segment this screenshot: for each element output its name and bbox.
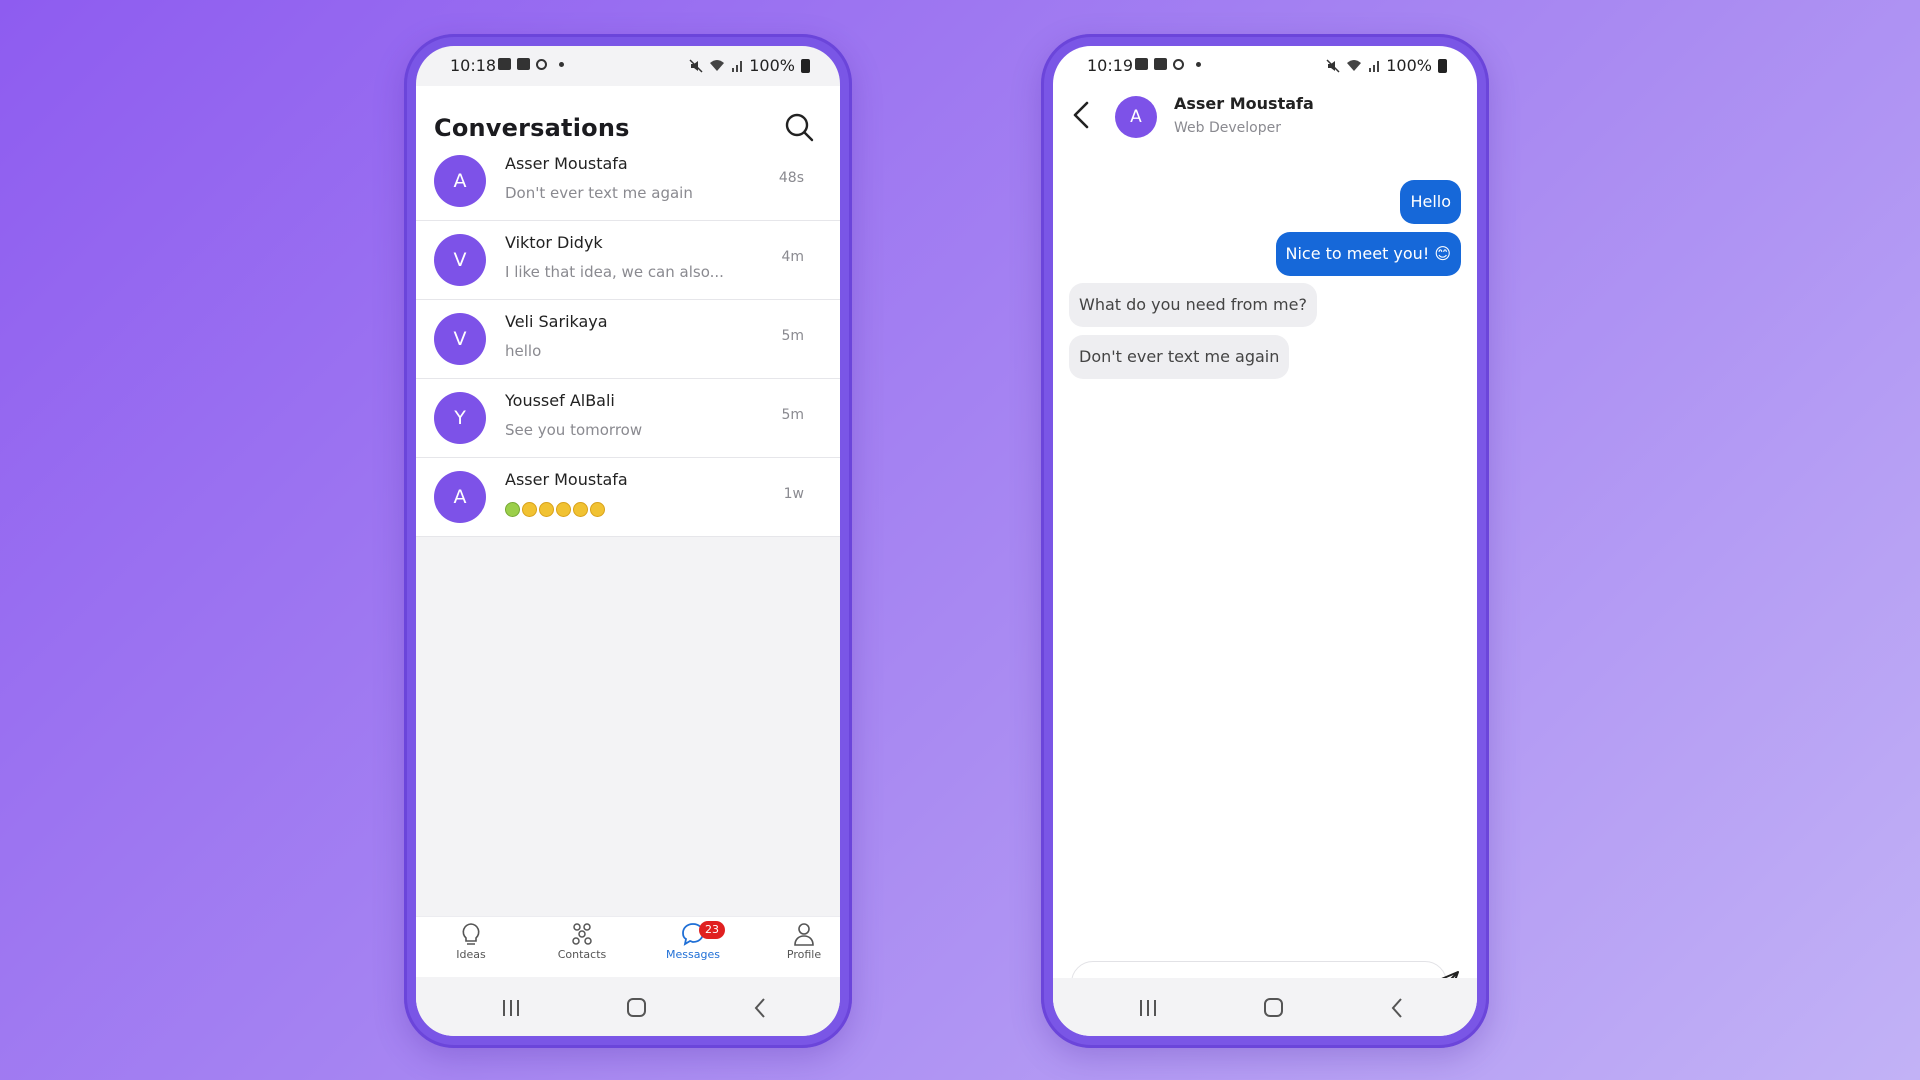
conversation-name: Asser Moustafa (505, 154, 628, 173)
avatar: A (434, 155, 486, 207)
message-incoming: What do you need from me? (1069, 283, 1317, 327)
tab-messages[interactable]: 23 Messages (643, 921, 743, 961)
battery-icon (801, 58, 810, 73)
wifi-icon (710, 60, 725, 71)
unread-badge: 23 (699, 921, 725, 939)
dot-icon (559, 61, 564, 67)
tab-contacts[interactable]: Contacts (532, 921, 632, 961)
conversation-name: Asser Moustafa (505, 470, 628, 489)
tab-ideas[interactable]: Ideas (421, 921, 521, 961)
status-notification-icons (1135, 58, 1201, 70)
bottom-tab-bar: Ideas Contacts 23 Messages Profile (416, 916, 840, 977)
mute-icon (689, 58, 703, 73)
system-navigation-bar (1053, 978, 1477, 1036)
status-system-icons: 100% (1326, 56, 1447, 75)
avatar: Y (434, 392, 486, 444)
dot-icon (1196, 61, 1201, 67)
status-time: 10:19 (1087, 56, 1134, 75)
conversation-item[interactable]: A Asser Moustafa Don't ever text me agai… (416, 142, 840, 221)
home-icon[interactable] (621, 996, 651, 1020)
conversations-screen: 10:18 100% Conversations A Asser Moustaf… (416, 46, 840, 1036)
phone-conversations: 10:18 100% Conversations A Asser Moustaf… (404, 34, 852, 1048)
recent-apps-icon[interactable] (1133, 996, 1163, 1020)
contact-name: Asser Moustafa (1174, 94, 1314, 113)
conversation-time: 4m (781, 249, 804, 265)
message-outgoing: Hello (1400, 180, 1461, 224)
contacts-icon (572, 923, 592, 945)
emoji-icon (539, 502, 554, 517)
search-icon[interactable] (782, 110, 816, 144)
back-nav-icon[interactable] (745, 996, 775, 1020)
conversation-time: 5m (781, 407, 804, 423)
conversation-preview: I like that idea, we can also... (505, 263, 724, 281)
bag-icon (517, 58, 530, 70)
conversation-item[interactable]: A Asser Moustafa 1w (416, 458, 840, 537)
page-title: Conversations (434, 114, 630, 142)
conversation-item[interactable]: V Viktor Didyk I like that idea, we can … (416, 221, 840, 300)
conversation-list: A Asser Moustafa Don't ever text me agai… (416, 142, 840, 537)
bag-icon (1154, 58, 1167, 70)
tab-label: Contacts (557, 948, 607, 961)
wifi-icon (1347, 60, 1362, 71)
conversation-name: Youssef AlBali (505, 391, 615, 410)
avatar: V (434, 234, 486, 286)
emoji-icon (573, 502, 588, 517)
avatar: V (434, 313, 486, 365)
message-outgoing: Nice to meet you! 😊 (1275, 232, 1461, 276)
conversation-preview-emojis (505, 502, 605, 517)
signal-icon (1369, 60, 1380, 72)
avatar: A (434, 471, 486, 523)
emoji-icon (522, 502, 537, 517)
mute-icon (1326, 58, 1340, 73)
status-system-icons: 100% (689, 56, 810, 75)
lightbulb-icon (462, 923, 480, 945)
back-arrow-icon[interactable] (1067, 98, 1095, 132)
conversation-preview: Don't ever text me again (505, 184, 693, 202)
status-notification-icons (498, 58, 564, 70)
system-navigation-bar (416, 978, 840, 1036)
conversation-time: 1w (783, 486, 804, 502)
conversation-time: 5m (781, 328, 804, 344)
conversation-preview: See you tomorrow (505, 421, 643, 439)
back-nav-icon[interactable] (1382, 996, 1412, 1020)
conversation-item[interactable]: Y Youssef AlBali See you tomorrow 5m (416, 379, 840, 458)
conversation-preview: hello (505, 342, 542, 360)
conversation-item[interactable]: V Veli Sarikaya hello 5m (416, 300, 840, 379)
chat-screen: 10:19 100% A Asser Moustafa Web Develope… (1053, 46, 1477, 1036)
tab-label: Ideas (456, 948, 486, 961)
status-bar: 10:19 100% (1053, 46, 1477, 86)
message-incoming: Don't ever text me again (1069, 335, 1290, 379)
battery-percent: 100% (1386, 56, 1432, 75)
status-time: 10:18 (450, 56, 497, 75)
emoji-icon (590, 502, 605, 517)
gallery-icon (1135, 58, 1148, 70)
conversation-name: Veli Sarikaya (505, 312, 608, 331)
chat-header: A Asser Moustafa Web Developer (1053, 86, 1477, 148)
recent-apps-icon[interactable] (496, 996, 526, 1020)
conversation-name: Viktor Didyk (505, 233, 603, 252)
do-not-disturb-icon (1173, 58, 1184, 70)
tab-profile[interactable]: Profile (754, 921, 840, 961)
battery-percent: 100% (749, 56, 795, 75)
gallery-icon (498, 58, 511, 70)
phone-chat: 10:19 100% A Asser Moustafa Web Develope… (1041, 34, 1489, 1048)
emoji-icon (556, 502, 571, 517)
emoji-icon (505, 502, 520, 517)
tab-label: Profile (786, 948, 822, 961)
battery-icon (1438, 58, 1447, 73)
signal-icon (732, 60, 743, 72)
conversation-time: 48s (778, 170, 804, 186)
status-bar: 10:18 100% (416, 46, 840, 86)
person-icon (794, 923, 814, 946)
contact-subtitle: Web Developer (1174, 120, 1281, 136)
home-icon[interactable] (1258, 996, 1288, 1020)
do-not-disturb-icon (536, 58, 547, 70)
avatar[interactable]: A (1115, 96, 1157, 138)
tab-label: Messages (666, 948, 720, 961)
